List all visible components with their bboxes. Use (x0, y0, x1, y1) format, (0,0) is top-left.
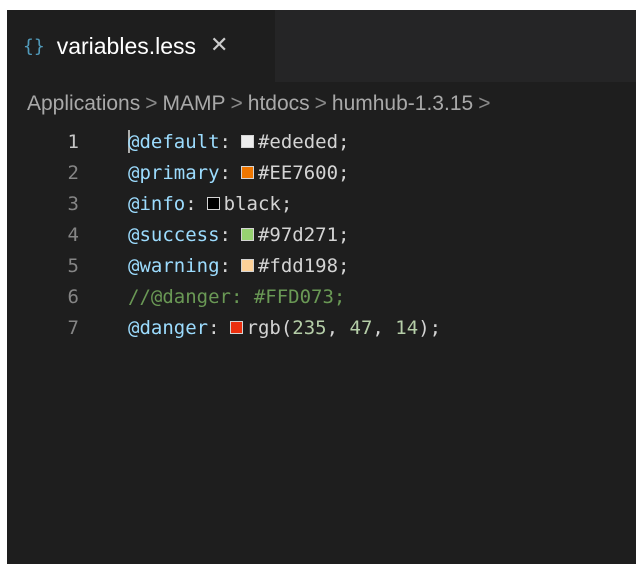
code-line: 7 @danger: rgb(235, 47, 14); (7, 312, 636, 343)
code-line: 3 @info: black; (7, 188, 636, 219)
line-number: 3 (67, 192, 79, 215)
semicolon: ; (280, 192, 293, 215)
rgb-close-paren: ) (418, 316, 430, 339)
variable-value: #fdd198 (257, 254, 339, 277)
comma: , (326, 316, 350, 339)
color-swatch[interactable] (206, 197, 220, 210)
code-content[interactable]: //@danger: #FFD073; (128, 286, 345, 308)
line-number: 7 (67, 316, 79, 339)
close-icon[interactable]: ✕ (210, 35, 228, 57)
semicolon: ; (338, 223, 350, 246)
line-number: 5 (67, 254, 79, 277)
rgb-blue-value: 14 (395, 316, 419, 339)
code-content[interactable]: @info: black; (128, 193, 292, 215)
comma: , (372, 316, 396, 339)
breadcrumb: Applications > MAMP > htdocs > humhub-1.… (7, 82, 636, 126)
rgb-green-value: 47 (349, 316, 373, 339)
color-swatch[interactable] (229, 321, 243, 334)
colon: : (219, 161, 231, 184)
tab-bar: {} variables.less ✕ (7, 10, 636, 82)
variable-name: @warning (128, 254, 220, 277)
code-content[interactable]: @primary: #EE7600; (128, 162, 350, 184)
braces-icon: {} (23, 35, 45, 57)
variable-name: @default (128, 130, 220, 153)
breadcrumb-item-humhub[interactable]: humhub-1.3.15 (332, 92, 473, 116)
breadcrumb-separator: > (314, 92, 327, 115)
tab-title: variables.less (56, 32, 197, 59)
code-line: 5 @warning: #fdd198; (7, 250, 636, 281)
color-swatch[interactable] (240, 259, 254, 272)
semicolon: ; (338, 130, 350, 153)
code-line: 6 //@danger: #FFD073; (7, 281, 636, 312)
semicolon: ; (338, 254, 350, 277)
code-content[interactable]: @success: #97d271; (128, 224, 350, 246)
colon: : (219, 130, 231, 153)
line-number: 4 (67, 223, 79, 246)
color-swatch[interactable] (240, 166, 254, 179)
colon: : (219, 254, 231, 277)
rgb-red-value: 235 (292, 316, 327, 339)
tab-variables-less[interactable]: {} variables.less ✕ (7, 10, 275, 82)
rgb-function: rgb( (246, 316, 293, 339)
colon: : (219, 223, 231, 246)
variable-value: #EE7600 (257, 161, 339, 184)
breadcrumb-item-mamp[interactable]: MAMP (163, 92, 226, 116)
variable-name: @info (128, 192, 186, 215)
colon: : (208, 316, 220, 339)
code-line: 4 @success: #97d271; (7, 219, 636, 250)
variable-value: #ededed (257, 130, 339, 153)
color-swatch[interactable] (240, 135, 254, 148)
code-content[interactable]: @danger: rgb(235, 47, 14); (128, 317, 441, 339)
color-swatch[interactable] (240, 228, 254, 241)
code-editor[interactable]: 1 @default: #ededed; 2 @primary: #EE7600… (7, 126, 636, 564)
code-content[interactable]: @default: #ededed; (128, 131, 350, 153)
code-line: 1 @default: #ededed; (7, 126, 636, 157)
breadcrumb-item-htdocs[interactable]: htdocs (248, 92, 310, 116)
variable-value: #97d271 (257, 223, 339, 246)
variable-name: @success (128, 223, 220, 246)
code-comment: //@danger: #FFD073; (128, 285, 346, 308)
line-number: 1 (67, 130, 79, 153)
editor-window: {} variables.less ✕ Applications > MAMP … (7, 10, 636, 564)
breadcrumb-item-applications[interactable]: Applications (27, 92, 140, 116)
colon: : (185, 192, 197, 215)
code-line: 2 @primary: #EE7600; (7, 157, 636, 188)
breadcrumb-separator: > (145, 92, 158, 115)
semicolon: ; (338, 161, 350, 184)
variable-name: @danger (128, 316, 209, 339)
breadcrumb-separator: > (478, 92, 491, 115)
semicolon: ; (429, 316, 442, 339)
line-number: 6 (67, 285, 79, 308)
breadcrumb-separator: > (230, 92, 243, 115)
variable-value: black (223, 192, 281, 215)
line-number: 2 (67, 161, 79, 184)
variable-name: @primary (128, 161, 220, 184)
code-content[interactable]: @warning: #fdd198; (128, 255, 350, 277)
